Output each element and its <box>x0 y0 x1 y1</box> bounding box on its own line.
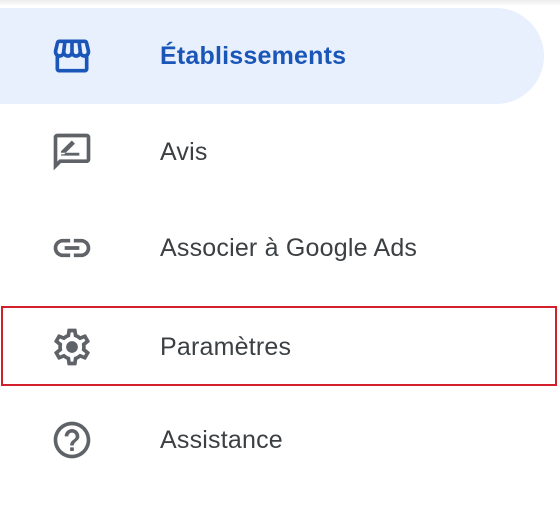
nav-item-label: Avis <box>160 137 208 166</box>
nav-item-google-ads[interactable]: Associer à Google Ads <box>0 200 560 296</box>
storefront-icon <box>50 34 94 78</box>
nav-item-label: Établissements <box>160 41 347 70</box>
nav-item-label: Associer à Google Ads <box>160 233 418 262</box>
nav-item-avis[interactable]: Avis <box>0 104 560 200</box>
help-circle-icon <box>50 418 94 462</box>
nav-item-label: Paramètres <box>160 332 292 361</box>
nav-item-label: Assistance <box>160 425 283 454</box>
side-navigation: Établissements Avis Associer à Google Ad… <box>0 0 560 512</box>
nav-item-etablissements[interactable]: Établissements <box>0 8 544 104</box>
gear-icon <box>50 325 94 369</box>
nav-item-parametres[interactable]: Paramètres <box>0 306 560 388</box>
nav-item-assistance[interactable]: Assistance <box>0 392 560 488</box>
rate-review-icon <box>50 130 94 174</box>
link-icon <box>50 226 94 270</box>
